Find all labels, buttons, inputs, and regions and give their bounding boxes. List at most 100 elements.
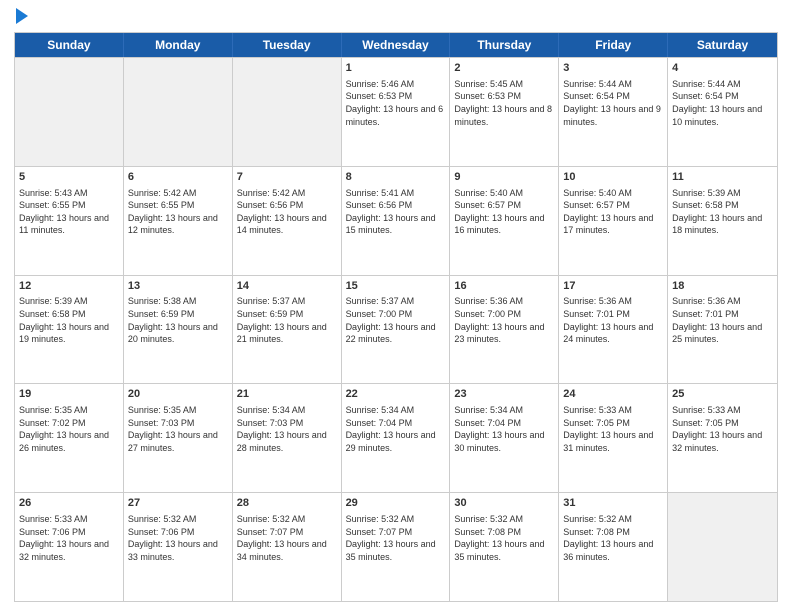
calendar-cell	[15, 58, 124, 166]
day-number: 9	[454, 170, 554, 185]
cal-header-day: Friday	[559, 33, 668, 57]
cell-info: Sunrise: 5:35 AM Sunset: 7:03 PM Dayligh…	[128, 404, 228, 454]
cell-info: Sunrise: 5:36 AM Sunset: 7:01 PM Dayligh…	[672, 295, 773, 345]
calendar-cell: 8 Sunrise: 5:41 AM Sunset: 6:56 PM Daylig…	[342, 167, 451, 275]
calendar-cell: 12Sunrise: 5:39 AM Sunset: 6:58 PM Dayli…	[15, 276, 124, 384]
day-number: 14	[237, 279, 337, 294]
cell-info: Sunrise: 5:43 AM Sunset: 6:55 PM Dayligh…	[19, 187, 119, 237]
cell-info: Sunrise: 5:34 AM Sunset: 7:04 PM Dayligh…	[346, 404, 446, 454]
calendar-cell	[233, 58, 342, 166]
day-number: 25	[672, 387, 773, 402]
cell-info: Sunrise: 5:39 AM Sunset: 6:58 PM Dayligh…	[19, 295, 119, 345]
calendar-cell: 7 Sunrise: 5:42 AM Sunset: 6:56 PM Daylig…	[233, 167, 342, 275]
day-number: 8	[346, 170, 446, 185]
day-number: 6	[128, 170, 228, 185]
calendar-cell: 3Sunrise: 5:44 AM Sunset: 6:54 PM Daylig…	[559, 58, 668, 166]
cell-info: Sunrise: 5:32 AM Sunset: 7:08 PM Dayligh…	[563, 513, 663, 563]
cell-info: Sunrise: 5:46 AM Sunset: 6:53 PM Dayligh…	[346, 78, 446, 128]
calendar-cell: 9 Sunrise: 5:40 AM Sunset: 6:57 PM Daylig…	[450, 167, 559, 275]
day-number: 2	[454, 61, 554, 76]
cell-info: Sunrise: 5:32 AM Sunset: 7:07 PM Dayligh…	[346, 513, 446, 563]
day-number: 24	[563, 387, 663, 402]
logo	[14, 10, 28, 24]
calendar-row: 12Sunrise: 5:39 AM Sunset: 6:58 PM Dayli…	[15, 275, 777, 384]
calendar-cell: 23 Sunrise: 5:34 AM Sunset: 7:04 PM Dayli…	[450, 384, 559, 492]
page: SundayMondayTuesdayWednesdayThursdayFrid…	[0, 0, 792, 612]
logo-arrow-icon	[16, 8, 28, 24]
day-number: 28	[237, 496, 337, 511]
calendar-cell: 17Sunrise: 5:36 AM Sunset: 7:01 PM Dayli…	[559, 276, 668, 384]
calendar-cell	[124, 58, 233, 166]
cell-info: Sunrise: 5:34 AM Sunset: 7:04 PM Dayligh…	[454, 404, 554, 454]
day-number: 7	[237, 170, 337, 185]
day-number: 27	[128, 496, 228, 511]
calendar-cell: 1 Sunrise: 5:46 AM Sunset: 6:53 PM Daylig…	[342, 58, 451, 166]
calendar-header: SundayMondayTuesdayWednesdayThursdayFrid…	[15, 33, 777, 57]
cell-info: Sunrise: 5:39 AM Sunset: 6:58 PM Dayligh…	[672, 187, 773, 237]
day-number: 11	[672, 170, 773, 185]
calendar-cell: 13Sunrise: 5:38 AM Sunset: 6:59 PM Dayli…	[124, 276, 233, 384]
day-number: 1	[346, 61, 446, 76]
day-number: 16	[454, 279, 554, 294]
calendar-cell: 5 Sunrise: 5:43 AM Sunset: 6:55 PM Daylig…	[15, 167, 124, 275]
cell-info: Sunrise: 5:41 AM Sunset: 6:56 PM Dayligh…	[346, 187, 446, 237]
calendar: SundayMondayTuesdayWednesdayThursdayFrid…	[14, 32, 778, 602]
cell-info: Sunrise: 5:32 AM Sunset: 7:07 PM Dayligh…	[237, 513, 337, 563]
day-number: 18	[672, 279, 773, 294]
calendar-cell: 4 Sunrise: 5:44 AM Sunset: 6:54 PM Daylig…	[668, 58, 777, 166]
day-number: 30	[454, 496, 554, 511]
day-number: 13	[128, 279, 228, 294]
day-number: 26	[19, 496, 119, 511]
day-number: 5	[19, 170, 119, 185]
cell-info: Sunrise: 5:33 AM Sunset: 7:05 PM Dayligh…	[672, 404, 773, 454]
cell-info: Sunrise: 5:45 AM Sunset: 6:53 PM Dayligh…	[454, 78, 554, 128]
cal-header-day: Saturday	[668, 33, 777, 57]
calendar-cell: 14Sunrise: 5:37 AM Sunset: 6:59 PM Dayli…	[233, 276, 342, 384]
day-number: 29	[346, 496, 446, 511]
day-number: 17	[563, 279, 663, 294]
calendar-cell: 16Sunrise: 5:36 AM Sunset: 7:00 PM Dayli…	[450, 276, 559, 384]
day-number: 19	[19, 387, 119, 402]
day-number: 20	[128, 387, 228, 402]
cell-info: Sunrise: 5:38 AM Sunset: 6:59 PM Dayligh…	[128, 295, 228, 345]
calendar-row: 1 Sunrise: 5:46 AM Sunset: 6:53 PM Daylig…	[15, 57, 777, 166]
cell-info: Sunrise: 5:36 AM Sunset: 7:01 PM Dayligh…	[563, 295, 663, 345]
day-number: 23	[454, 387, 554, 402]
calendar-row: 26 Sunrise: 5:33 AM Sunset: 7:06 PM Dayli…	[15, 492, 777, 601]
cell-info: Sunrise: 5:44 AM Sunset: 6:54 PM Dayligh…	[672, 78, 773, 128]
cell-info: Sunrise: 5:33 AM Sunset: 7:06 PM Dayligh…	[19, 513, 119, 563]
cal-header-day: Thursday	[450, 33, 559, 57]
cell-info: Sunrise: 5:34 AM Sunset: 7:03 PM Dayligh…	[237, 404, 337, 454]
calendar-cell: 2 Sunrise: 5:45 AM Sunset: 6:53 PM Daylig…	[450, 58, 559, 166]
calendar-cell: 27Sunrise: 5:32 AM Sunset: 7:06 PM Dayli…	[124, 493, 233, 601]
day-number: 10	[563, 170, 663, 185]
calendar-cell: 28 Sunrise: 5:32 AM Sunset: 7:07 PM Dayli…	[233, 493, 342, 601]
cell-info: Sunrise: 5:42 AM Sunset: 6:56 PM Dayligh…	[237, 187, 337, 237]
calendar-cell: 20 Sunrise: 5:35 AM Sunset: 7:03 PM Dayli…	[124, 384, 233, 492]
calendar-cell: 11 Sunrise: 5:39 AM Sunset: 6:58 PM Dayli…	[668, 167, 777, 275]
cal-header-day: Sunday	[15, 33, 124, 57]
calendar-cell: 6Sunrise: 5:42 AM Sunset: 6:55 PM Daylig…	[124, 167, 233, 275]
cell-info: Sunrise: 5:36 AM Sunset: 7:00 PM Dayligh…	[454, 295, 554, 345]
calendar-cell	[668, 493, 777, 601]
cell-info: Sunrise: 5:32 AM Sunset: 7:08 PM Dayligh…	[454, 513, 554, 563]
calendar-cell: 25 Sunrise: 5:33 AM Sunset: 7:05 PM Dayli…	[668, 384, 777, 492]
cell-info: Sunrise: 5:33 AM Sunset: 7:05 PM Dayligh…	[563, 404, 663, 454]
calendar-cell: 31 Sunrise: 5:32 AM Sunset: 7:08 PM Dayli…	[559, 493, 668, 601]
cell-info: Sunrise: 5:40 AM Sunset: 6:57 PM Dayligh…	[454, 187, 554, 237]
calendar-cell: 24 Sunrise: 5:33 AM Sunset: 7:05 PM Dayli…	[559, 384, 668, 492]
day-number: 15	[346, 279, 446, 294]
day-number: 31	[563, 496, 663, 511]
calendar-cell: 29 Sunrise: 5:32 AM Sunset: 7:07 PM Dayli…	[342, 493, 451, 601]
cal-header-day: Wednesday	[342, 33, 451, 57]
cell-info: Sunrise: 5:37 AM Sunset: 6:59 PM Dayligh…	[237, 295, 337, 345]
calendar-cell: 19Sunrise: 5:35 AM Sunset: 7:02 PM Dayli…	[15, 384, 124, 492]
calendar-row: 5 Sunrise: 5:43 AM Sunset: 6:55 PM Daylig…	[15, 166, 777, 275]
day-number: 12	[19, 279, 119, 294]
calendar-cell: 10Sunrise: 5:40 AM Sunset: 6:57 PM Dayli…	[559, 167, 668, 275]
day-number: 4	[672, 61, 773, 76]
cal-header-day: Monday	[124, 33, 233, 57]
calendar-cell: 21Sunrise: 5:34 AM Sunset: 7:03 PM Dayli…	[233, 384, 342, 492]
day-number: 3	[563, 61, 663, 76]
day-number: 22	[346, 387, 446, 402]
